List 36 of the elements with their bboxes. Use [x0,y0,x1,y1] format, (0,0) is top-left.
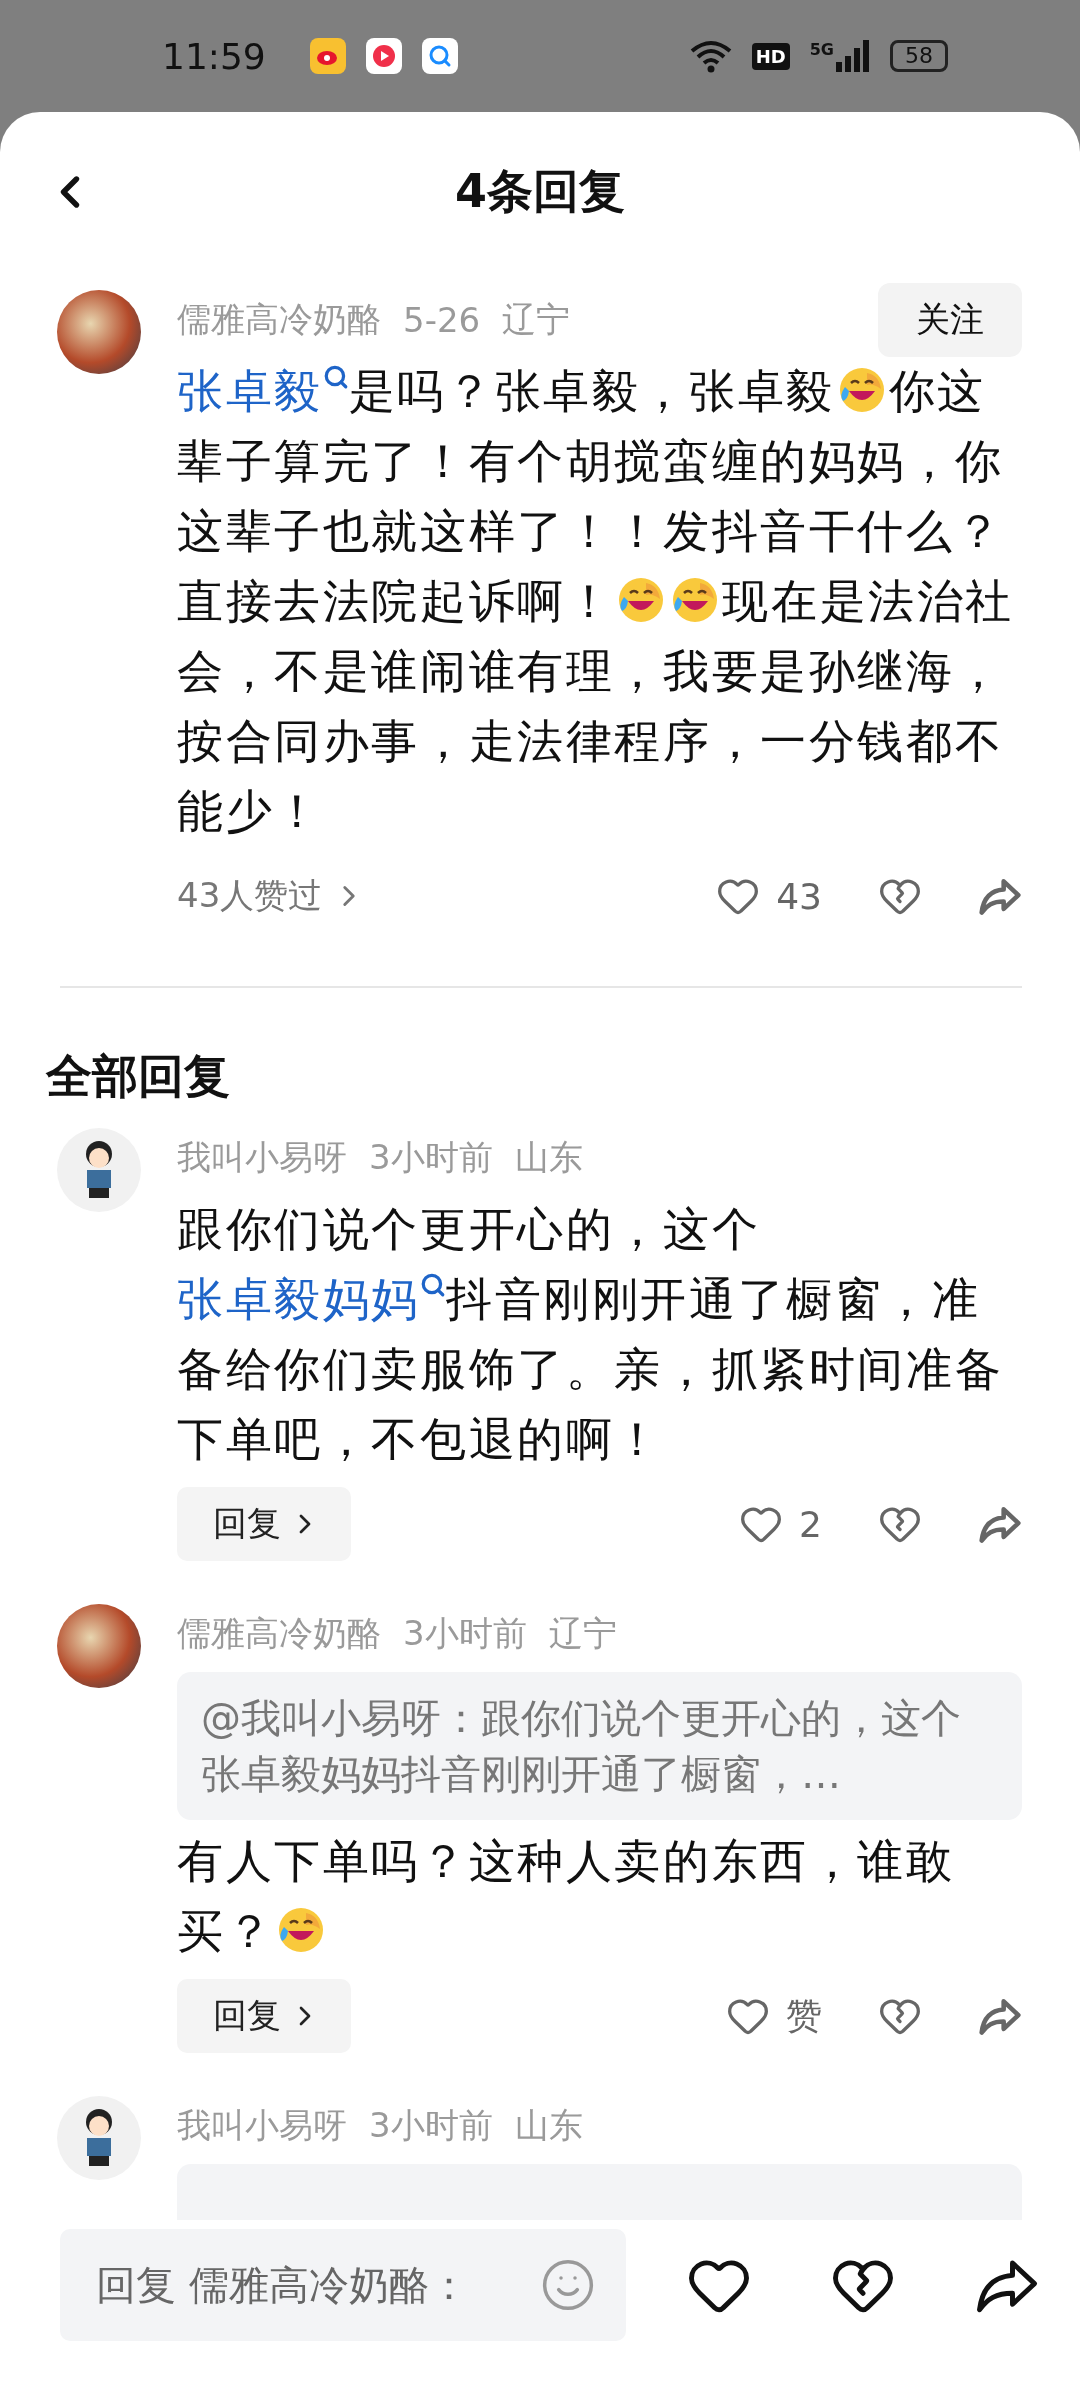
page-title: 4条回复 [455,163,625,220]
reply-input[interactable]: 回复 儒雅高冷奶酪： [60,2229,626,2341]
app-notification-icon [309,38,346,74]
comment-text: 有人下单吗？这种人卖的东西，谁敢买？ [177,1833,956,1960]
comment-location: 辽宁 [548,1612,617,1655]
likes-summary-link[interactable]: 43人赞过 [177,873,367,919]
topic-link[interactable]: 张卓毅 [177,364,349,418]
comment-time: 3小时前 [403,1612,527,1655]
reply-button[interactable]: 回复 [177,1487,351,1561]
comment-location: 辽宁 [502,298,571,341]
topic-link[interactable]: 张卓毅妈妈 [177,1272,446,1326]
status-time: 11:59 [162,35,266,77]
follow-button[interactable]: 关注 [878,283,1022,357]
search-icon [421,38,458,74]
comment-time: 3小时前 [369,2104,493,2147]
wifi-icon [689,39,732,73]
search-icon [322,364,349,390]
app-notification-icon [365,38,402,74]
like-button[interactable]: 43 [716,874,822,918]
comment-location: 山东 [514,1136,583,1179]
like-button[interactable]: 2 [739,1502,822,1546]
hd-badge: HD [751,42,790,70]
battery-level: 58 [890,40,948,72]
search-icon [420,1272,446,1298]
quoted-comment: @我叫小易呀：跟你们说个更开心的，这个张卓毅妈妈抖音刚刚开通了橱窗，… [177,1672,1022,1820]
comment-date: 5-26 [403,300,481,340]
like-button[interactable]: 赞 [726,1991,822,2041]
reply-button[interactable]: 回复 [177,1979,351,2053]
comment-text: 跟你们说个更开心的，这个 张卓毅妈妈 抖音刚刚开通了橱窗，准备给你们卖服饰了。亲，抓紧时间准备下单吧，不包退的啊！ [177,1201,1005,1468]
signal-icon [836,40,870,72]
comment-location: 山东 [514,2104,583,2147]
comment-time: 3小时前 [369,1136,493,1179]
emoji-icon[interactable] [540,2257,596,2313]
network-type: 5G [809,40,834,59]
comment-text: 张卓毅 是吗？张卓毅，张卓毅 你这辈子算完了！有个胡搅蛮缠的妈妈，你这辈子也就这样了！！发抖音干什么？直接去法院起诉啊！ 现在是法治社会，不是谁闹谁有理，我要是孙继海，按合同办事，走法律程序，一分钱都不能少！ [177,363,1015,840]
section-title: 全部回复 [46,1048,231,1105]
